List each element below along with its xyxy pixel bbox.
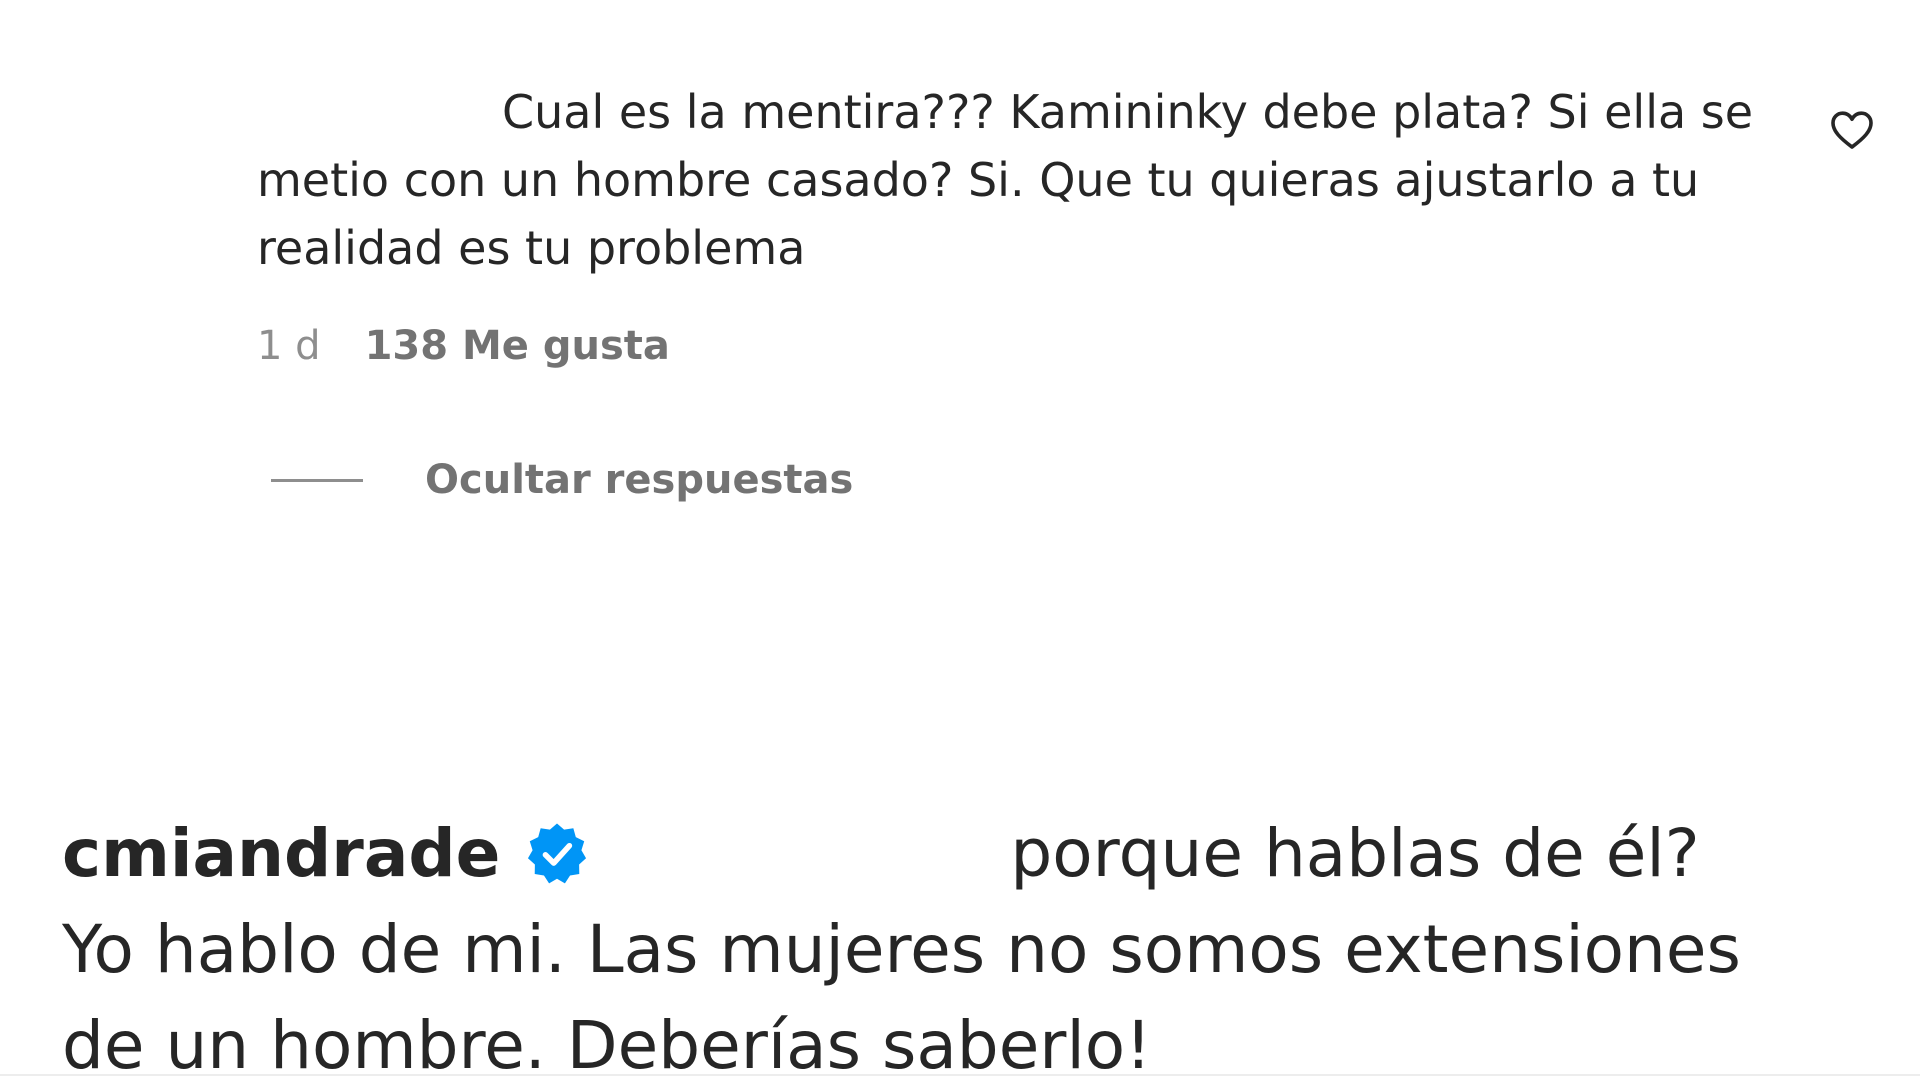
heart-outline-icon[interactable] — [1828, 106, 1876, 154]
verified-badge-icon — [524, 821, 590, 887]
comment-meta: 1 d 138 Me gusta — [257, 318, 670, 374]
reply-username[interactable]: cmiandrade — [62, 806, 500, 902]
hide-replies-label: Ocultar respuestas — [425, 457, 854, 503]
bottom-divider — [0, 1074, 1920, 1076]
reply-first-line: cmiandrade porque hablas de él? — [62, 806, 1882, 902]
reply-text-body: Yo hablo de mi. Las mujeres no somos ext… — [62, 911, 1741, 1080]
comment-likes-count[interactable]: 138 Me gusta — [365, 323, 670, 369]
comment-text: Cual es la mentira??? Kamininky debe pla… — [257, 85, 1754, 275]
reply-item: cmiandrade porque hablas de él? Yo hablo… — [62, 806, 1882, 1080]
reply-text-first-line: porque hablas de él? — [1010, 815, 1700, 892]
comment-timestamp: 1 d — [257, 323, 321, 369]
hide-replies-button[interactable]: Ocultar respuestas — [271, 452, 853, 508]
comment-thread: Cual es la mentira??? Kamininky debe pla… — [0, 0, 1920, 1080]
replies-divider-line — [271, 478, 363, 482]
